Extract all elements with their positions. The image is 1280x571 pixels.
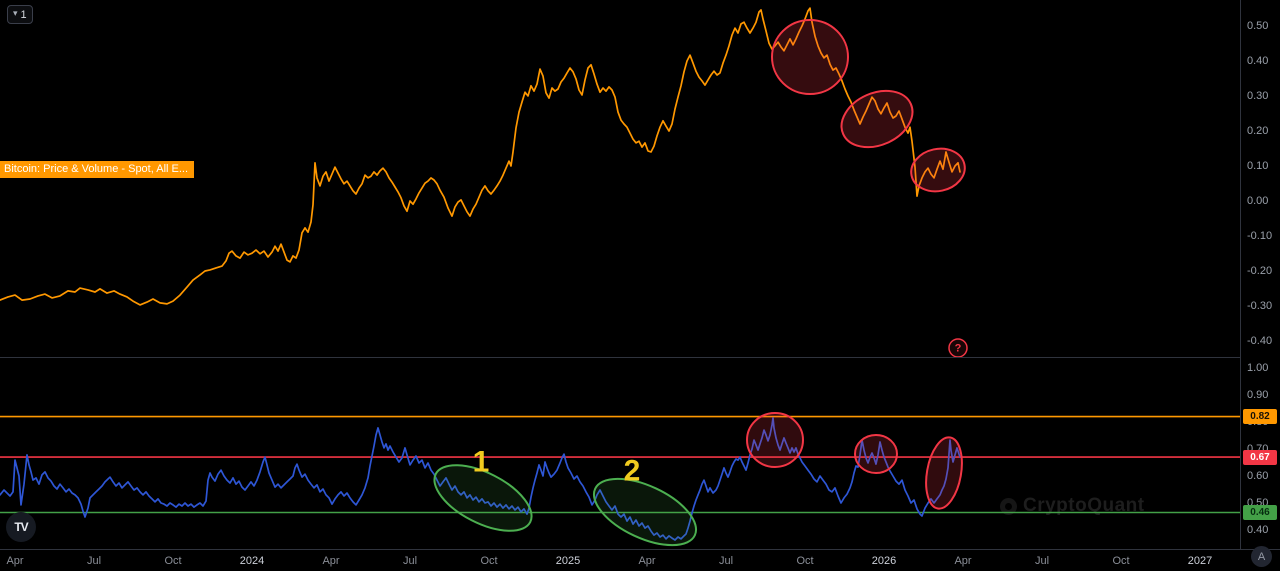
- tradingview-logo[interactable]: TV: [6, 512, 36, 542]
- series-line-bitcoin-price-volume-spot[interactable]: [0, 7, 961, 306]
- help-marker-circle[interactable]: [948, 338, 968, 358]
- price-tick: 0.00: [1247, 195, 1269, 207]
- interval-value: 1: [20, 8, 27, 21]
- time-tick-Apr: Apr: [954, 555, 972, 567]
- watermark-text: CryptoQuant: [1023, 495, 1145, 516]
- price-badge-0.46: 0.46: [1243, 504, 1277, 520]
- time-tick-2024: 2024: [239, 555, 265, 567]
- time-scale[interactable]: Apr Jul Oct 2024 Apr Jul Oct 2025 Apr Jul Oct 2026 A…: [0, 549, 1280, 571]
- price-tick: 0.10: [1247, 160, 1269, 172]
- pane-separator[interactable]: [0, 357, 1280, 358]
- price-tick: 0.30: [1247, 90, 1269, 102]
- annotation-ellipse[interactable]: [584, 465, 706, 559]
- price-tick: -0.10: [1247, 230, 1273, 242]
- interval-selector[interactable]: ▾ 1: [7, 5, 33, 24]
- time-tick-Apr: Apr: [322, 555, 340, 567]
- annotation-label-2[interactable]: 2: [624, 455, 641, 488]
- annotation-label-1[interactable]: 1: [473, 446, 490, 479]
- time-tick-Apr: Apr: [6, 555, 24, 567]
- time-tick-2027: 2027: [1187, 555, 1213, 567]
- chevron-down-icon: ▾: [13, 8, 18, 18]
- autoscale-button[interactable]: A: [1251, 546, 1272, 567]
- price-tick: 1.00: [1247, 362, 1269, 374]
- series-line-indicator[interactable]: [0, 417, 961, 541]
- annotation-ellipse[interactable]: [746, 412, 804, 468]
- time-tick-Jul: Jul: [402, 555, 418, 567]
- symbol-label[interactable]: Bitcoin: Price & Volume - Spot, All E...: [0, 161, 195, 178]
- time-tick-Jul: Jul: [1034, 555, 1050, 567]
- price-tick: -0.40: [1247, 335, 1273, 347]
- annotation-ellipse[interactable]: [771, 19, 849, 95]
- time-tick-Jul: Jul: [86, 555, 102, 567]
- price-badge-0.82: 0.82: [1243, 409, 1277, 425]
- cryptoquant-logo-icon: [1000, 497, 1017, 515]
- annotation-ellipse[interactable]: [833, 80, 922, 158]
- annotation-ellipse[interactable]: [921, 435, 967, 512]
- price-badge-0.67: 0.67: [1243, 449, 1277, 465]
- time-tick-Jul: Jul: [718, 555, 734, 567]
- price-tick: -0.30: [1247, 300, 1273, 312]
- time-tick-Oct: Oct: [1112, 555, 1130, 567]
- annotation-ellipse[interactable]: [854, 434, 898, 474]
- price-tick: 0.60: [1247, 470, 1269, 482]
- price-tick: 0.40: [1247, 524, 1269, 536]
- price-tick: -0.20: [1247, 265, 1273, 277]
- time-tick-Oct: Oct: [164, 555, 182, 567]
- time-tick-2026: 2026: [871, 555, 897, 567]
- price-tick: 0.40: [1247, 55, 1269, 67]
- price-tick: 0.50: [1247, 20, 1269, 32]
- help-marker-icon[interactable]: ?: [955, 343, 962, 355]
- time-tick-2025: 2025: [555, 555, 581, 567]
- watermark: CryptoQuant: [1000, 495, 1145, 517]
- chart-canvas[interactable]: ? 1 2: [0, 0, 1240, 571]
- tradingview-chart-window: ? 1 2 ▾ 1 Bitcoin: Price & Volume - Spot, …: [0, 0, 1280, 571]
- price-tick: 0.20: [1247, 125, 1269, 137]
- price-scale[interactable]: 0.50 0.40 0.30 0.20 0.10 0.00 -0.10 -0.20 -0.30 -…: [1240, 0, 1280, 571]
- time-tick-Oct: Oct: [796, 555, 814, 567]
- price-tick: 0.90: [1247, 389, 1269, 401]
- annotation-ellipse[interactable]: [907, 144, 969, 196]
- time-tick-Apr: Apr: [638, 555, 656, 567]
- annotation-ellipse[interactable]: [424, 452, 541, 545]
- time-tick-Oct: Oct: [480, 555, 498, 567]
